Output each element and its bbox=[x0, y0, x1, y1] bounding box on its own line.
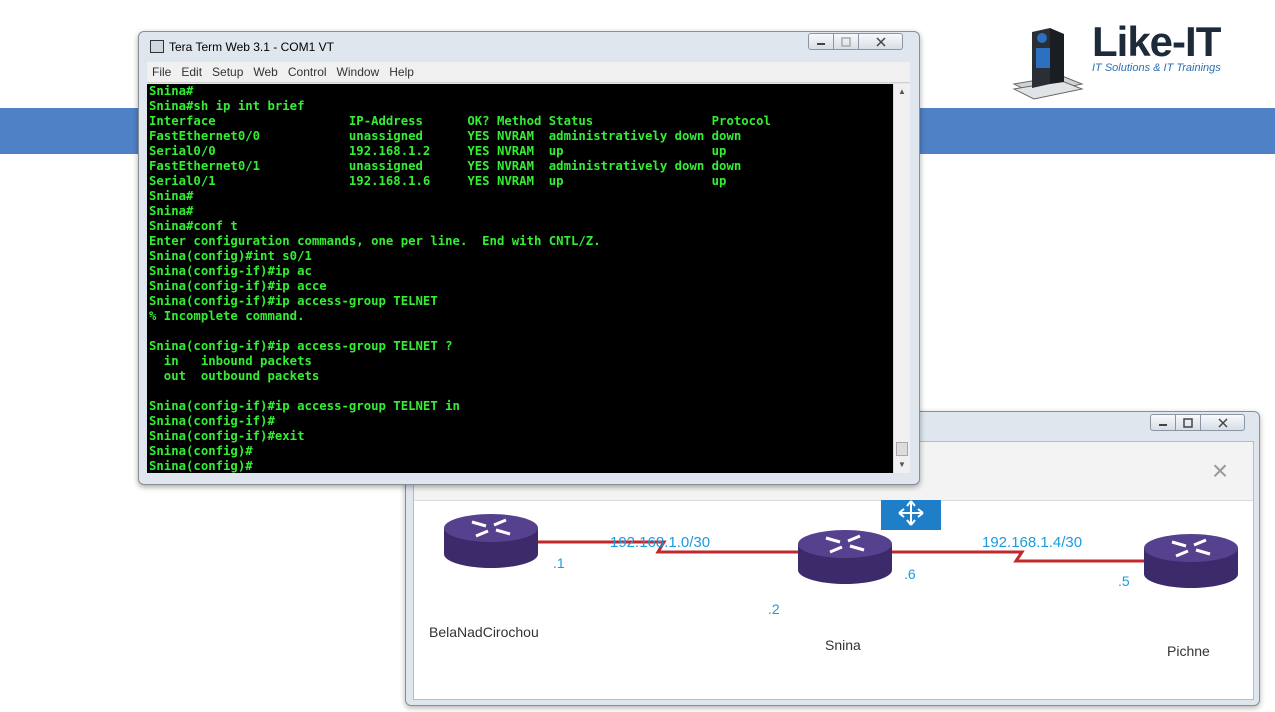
terminal-line: Snina(config)# bbox=[149, 444, 253, 458]
topology-window-controls bbox=[1150, 414, 1245, 431]
terminal-line: Snina(config-if)#ip access-group TELNET … bbox=[149, 399, 460, 413]
logo-figure-icon bbox=[1012, 28, 1084, 100]
interface-label: .6 bbox=[904, 566, 916, 582]
network-label-left: 192.168.1.0/30 bbox=[610, 534, 711, 551]
maximize-icon bbox=[1183, 417, 1193, 428]
scroll-up-arrow-icon[interactable]: ▲ bbox=[894, 84, 910, 100]
terminal-line: Snina(config-if)#ip access-group TELNET bbox=[149, 294, 438, 308]
firewall-icon bbox=[881, 500, 941, 530]
panel-close-icon[interactable]: × bbox=[1205, 456, 1235, 486]
terminal-line: Snina# bbox=[149, 204, 194, 218]
tera-term-window[interactable]: Tera Term Web 3.1 - COM1 VT File Edit Se… bbox=[138, 31, 920, 485]
terminal-line: Snina#sh ip int brief bbox=[149, 99, 305, 113]
terminal-line: Snina(config)#int s0/1 bbox=[149, 249, 312, 263]
router-icon bbox=[798, 530, 892, 584]
terminal-line: Snina(config-if)#ip acce bbox=[149, 279, 327, 293]
terminal-line: Snina(config-if)#ip access-group TELNET … bbox=[149, 339, 453, 353]
menu-web[interactable]: Web bbox=[248, 65, 282, 79]
scroll-down-arrow-icon[interactable]: ▼ bbox=[894, 457, 910, 473]
link-snina-pichne bbox=[890, 550, 1144, 563]
minimize-icon bbox=[1159, 423, 1167, 426]
router-icon bbox=[444, 514, 538, 568]
menu-help[interactable]: Help bbox=[384, 65, 419, 79]
terminal-line: % Incomplete command. bbox=[149, 309, 305, 323]
minimize-icon bbox=[817, 42, 825, 45]
terminal-line: Serial0/0 192.168.1.2 YES NVRAM up up bbox=[149, 144, 727, 158]
minimize-button[interactable] bbox=[808, 33, 834, 50]
network-topology-diagram bbox=[444, 500, 1238, 588]
terminal-line: Snina# bbox=[149, 84, 194, 98]
logo-title: Like-IT bbox=[1092, 18, 1221, 65]
menu-window[interactable]: Window bbox=[332, 65, 385, 79]
terminal-scrollbar[interactable]: ▲ ▼ bbox=[893, 84, 910, 473]
interface-label: .5 bbox=[1118, 573, 1130, 589]
terminal-line: Snina(config-if)# bbox=[149, 414, 275, 428]
terminal-line: Snina(config)# bbox=[149, 459, 253, 473]
close-window-button[interactable] bbox=[859, 33, 903, 50]
menu-file[interactable]: File bbox=[147, 65, 176, 79]
terminal-line: Snina# bbox=[149, 189, 194, 203]
minimize-button[interactable] bbox=[1150, 414, 1176, 431]
maximize-button[interactable] bbox=[834, 33, 859, 50]
maximize-button[interactable] bbox=[1176, 414, 1201, 431]
menu-control[interactable]: Control bbox=[283, 65, 332, 79]
terminal-line: Snina(config-if)#exit bbox=[149, 429, 305, 443]
terminal-line: Serial0/1 192.168.1.6 YES NVRAM up up bbox=[149, 174, 727, 188]
close-icon bbox=[1217, 417, 1228, 428]
menu-bar: File Edit Setup Web Control Window Help bbox=[147, 62, 910, 83]
router-name-snina: Snina bbox=[825, 637, 861, 653]
like-it-logo: Like-IT IT Solutions & IT Trainings bbox=[1010, 18, 1250, 100]
tera-term-app-icon bbox=[150, 40, 164, 53]
terminal-line: out outbound packets bbox=[149, 369, 320, 383]
terminal-line: Snina#conf t bbox=[149, 219, 238, 233]
router-name-pichne: Pichne bbox=[1167, 643, 1210, 659]
network-label-right: 192.168.1.4/30 bbox=[982, 534, 1083, 551]
terminal-line: in inbound packets bbox=[149, 354, 312, 368]
terminal-line: Enter configuration commands, one per li… bbox=[149, 234, 601, 248]
maximize-icon bbox=[841, 36, 851, 47]
terminal-line: Snina(config-if)#ip ac bbox=[149, 264, 312, 278]
router-icon bbox=[1144, 534, 1238, 588]
terminal-output[interactable]: Snina# Snina#sh ip int brief Interface I… bbox=[147, 84, 893, 473]
terminal-line: FastEthernet0/0 unassigned YES NVRAM adm… bbox=[149, 129, 742, 143]
router-name-belanadcirochou: BelaNadCirochou bbox=[429, 624, 539, 640]
close-window-button[interactable] bbox=[1201, 414, 1245, 431]
logo-tagline: IT Solutions & IT Trainings bbox=[1092, 62, 1221, 74]
terminal-window-controls bbox=[808, 33, 903, 50]
menu-edit[interactable]: Edit bbox=[176, 65, 207, 79]
scrollbar-thumb[interactable] bbox=[896, 442, 908, 456]
close-icon bbox=[875, 36, 886, 47]
window-title: Tera Term Web 3.1 - COM1 VT bbox=[169, 40, 334, 54]
terminal-line: FastEthernet0/1 unassigned YES NVRAM adm… bbox=[149, 159, 742, 173]
interface-label: .2 bbox=[768, 601, 780, 617]
menu-setup[interactable]: Setup bbox=[207, 65, 248, 79]
terminal-line: Interface IP-Address OK? Method Status P… bbox=[149, 114, 771, 128]
interface-label: .1 bbox=[553, 555, 565, 571]
